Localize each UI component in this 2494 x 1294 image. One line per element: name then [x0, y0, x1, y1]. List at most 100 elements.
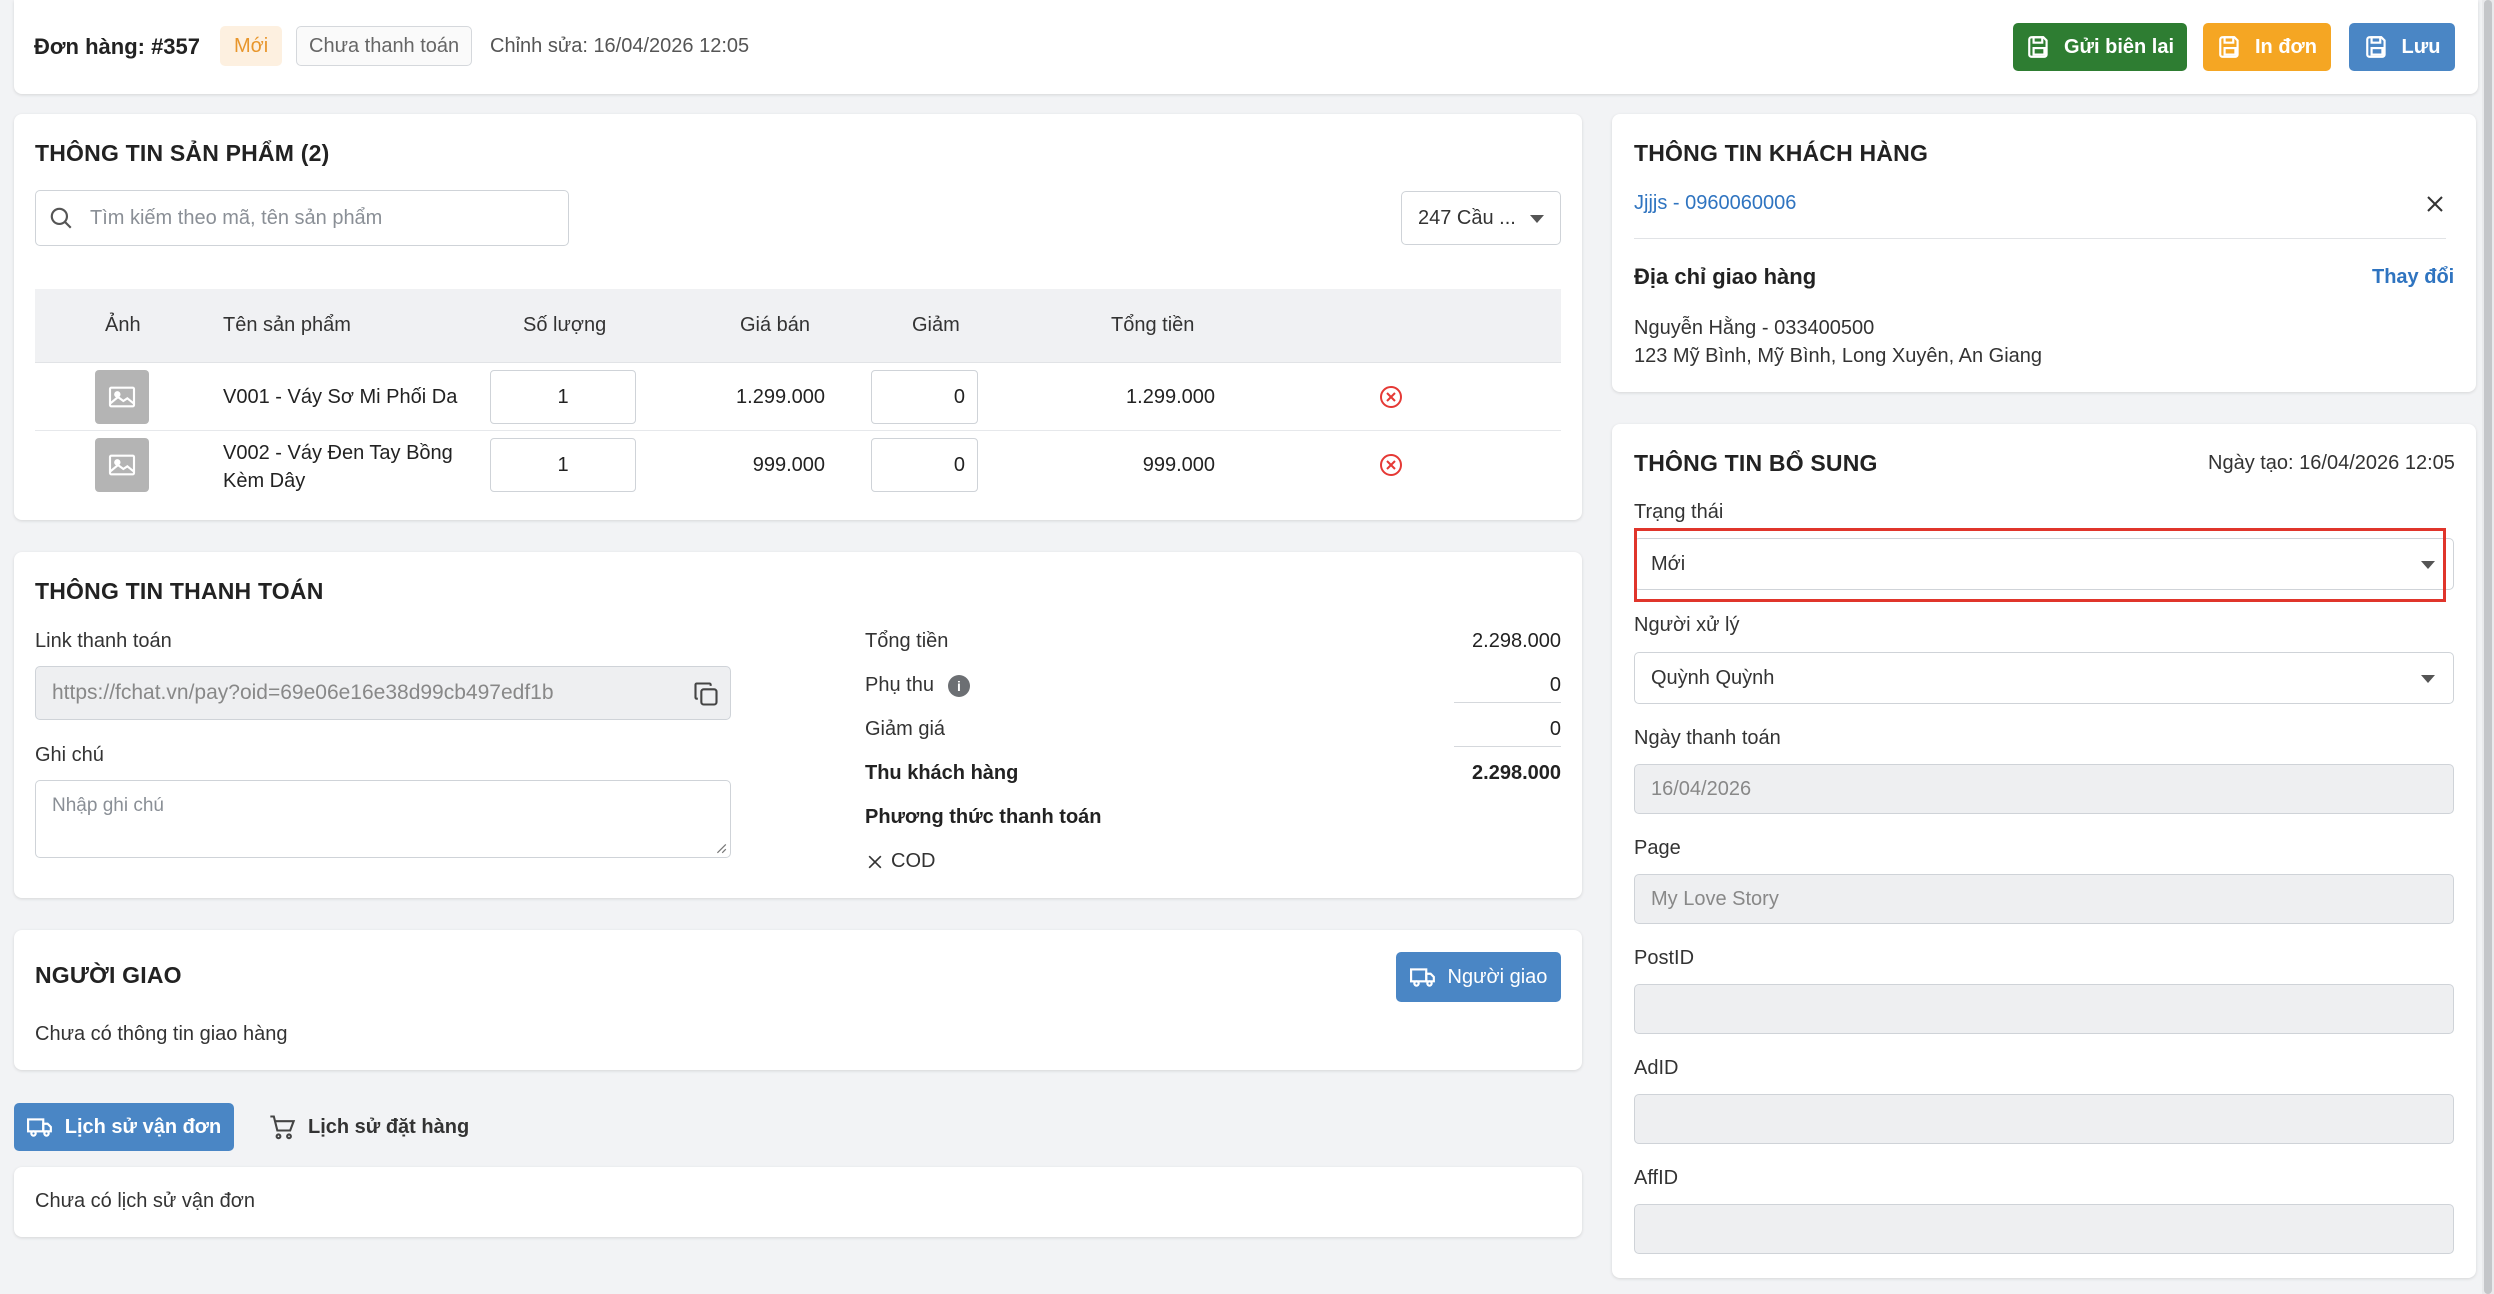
product-search-input[interactable]: Tìm kiếm theo mã, tên sản phẩm: [35, 190, 569, 246]
payment-date-label: Ngày thanh toán: [1634, 727, 1781, 749]
discount-input[interactable]: 0: [871, 370, 978, 424]
discount-input[interactable]: 0: [871, 438, 978, 492]
info-icon[interactable]: i: [947, 674, 970, 697]
note-label: Ghi chú: [35, 744, 104, 766]
adid-label: AdID: [1634, 1057, 1679, 1079]
surcharge-value[interactable]: 0: [1454, 674, 1561, 697]
shipper-card: NGƯỜI GIAO Người giao Chưa có thông tin …: [14, 930, 1582, 1070]
resize-handle-icon[interactable]: [715, 842, 727, 854]
discount-underline: [1454, 746, 1561, 747]
product-info-title: THÔNG TIN SẢN PHẨM (2): [35, 140, 330, 166]
handler-select[interactable]: Quỳnh Quỳnh: [1634, 652, 2454, 704]
adid-field[interactable]: [1634, 1094, 2454, 1144]
note-placeholder: Nhập ghi chú: [52, 795, 164, 816]
remove-item-icon[interactable]: [1379, 385, 1403, 409]
resend-receipt-label: Gửi biên lai: [2063, 35, 2175, 58]
status-badge: Mới: [220, 26, 283, 66]
save-icon: [2219, 36, 2239, 58]
warehouse-select[interactable]: 247 Cầu ...: [1401, 191, 1561, 245]
col-total: Tổng tiền: [1111, 314, 1195, 336]
payment-link-label: Link thanh toán: [35, 630, 172, 652]
col-image: Ảnh: [105, 314, 141, 336]
resend-receipt-button[interactable]: Gửi biên lai: [2013, 23, 2187, 71]
truck-icon: [26, 1118, 52, 1137]
tab-order-history-label: Lịch sử đặt hàng: [308, 1115, 470, 1138]
product-search-placeholder: Tìm kiếm theo mã, tên sản phẩm: [90, 206, 383, 229]
total-label: Tổng tiền: [865, 630, 949, 652]
surcharge-label-text: Phụ thu: [865, 674, 934, 696]
handler-label: Người xử lý: [1634, 614, 1740, 636]
payment-method-label: Phương thức thanh toán: [865, 806, 1102, 828]
customer-info-title: THÔNG TIN KHÁCH HÀNG: [1634, 140, 1929, 166]
product-name-line-2: Kèm Dây: [223, 470, 306, 492]
page-scrollbar-thumb[interactable]: [2484, 0, 2492, 1294]
warehouse-select-value: 247 Cầu ...: [1418, 206, 1516, 229]
shipper-button-label: Người giao: [1447, 965, 1548, 988]
tab-shipping-history[interactable]: Lịch sử vận đơn: [14, 1103, 234, 1151]
page-field[interactable]: My Love Story: [1634, 874, 2454, 924]
order-title: Đơn hàng: #357: [34, 34, 201, 59]
page-label: Page: [1634, 837, 1681, 859]
history-content-card: Chưa có lịch sử vận đơn: [14, 1167, 1582, 1237]
save-icon: [2365, 36, 2386, 58]
recipient-address: 123 Mỹ Bình, Mỹ Bình, Long Xuyên, An Gia…: [1634, 345, 2043, 367]
shipping-address-title: Địa chỉ giao hàng: [1634, 264, 1817, 289]
quantity-value: 1: [557, 453, 569, 476]
quantity-input[interactable]: 1: [490, 438, 636, 492]
image-placeholder-icon: [108, 386, 136, 408]
image-placeholder-icon: [108, 454, 136, 476]
edited-timestamp: Chỉnh sửa: 16/04/2026 12:05: [490, 35, 750, 57]
col-product-name: Tên sản phẩm: [223, 314, 351, 336]
history-empty-text: Chưa có lịch sử vận đơn: [35, 1190, 255, 1212]
save-icon: [2028, 36, 2048, 58]
payment-method-tag[interactable]: COD: [865, 850, 935, 873]
search-icon: [50, 207, 72, 229]
recipient-name-phone: Nguyễn Hằng - 033400500: [1634, 317, 1875, 339]
customer-link[interactable]: Jjjjs - 0960060006: [1634, 192, 1796, 215]
payment-status-badge: Chưa thanh toán: [296, 26, 473, 66]
payment-method-value: COD: [891, 850, 936, 872]
surcharge-label: Phụ thu i: [865, 674, 970, 697]
payment-link-value: https://fchat.vn/pay?oid=69e06e16e38d99c…: [52, 681, 554, 704]
close-icon[interactable]: [865, 852, 885, 872]
product-price: 999.000: [752, 454, 825, 476]
discount-value[interactable]: 0: [1454, 718, 1561, 741]
col-discount: Giảm: [912, 314, 960, 336]
page-scrollbar[interactable]: [2482, 0, 2494, 1294]
collect-label: Thu khách hàng: [865, 762, 1019, 784]
close-icon[interactable]: [2423, 192, 2447, 216]
order-header: Đơn hàng: #357 Mới Chưa thanh toán Chỉnh…: [14, 0, 2478, 94]
discount-value: 0: [953, 385, 965, 408]
product-thumbnail: [95, 370, 149, 424]
change-address-link[interactable]: Thay đổi: [2372, 266, 2454, 289]
shipper-title: NGƯỜI GIAO: [35, 962, 182, 988]
quantity-input[interactable]: 1: [490, 370, 636, 424]
customer-divider: [1634, 238, 2446, 239]
copy-icon[interactable]: [692, 680, 720, 708]
payment-info-title: THÔNG TIN THANH TOÁN: [35, 578, 324, 604]
shipper-button[interactable]: Người giao: [1396, 952, 1561, 1002]
tab-order-history[interactable]: Lịch sử đặt hàng: [268, 1103, 469, 1151]
remove-item-icon[interactable]: [1379, 453, 1403, 477]
affid-label: AffID: [1634, 1167, 1679, 1189]
product-thumbnail: [95, 438, 149, 492]
tab-shipping-history-label: Lịch sử vận đơn: [64, 1115, 222, 1138]
table-row: V002 - Váy Đen Tay Bồng Kèm Dây 1 999.00…: [35, 431, 1561, 499]
affid-field[interactable]: [1634, 1204, 2454, 1254]
save-button[interactable]: Lưu: [2349, 23, 2455, 71]
product-name: V002 - Váy Đen Tay Bồng Kèm Dây: [223, 439, 453, 495]
status-label: Trạng thái: [1634, 501, 1724, 523]
row-total: 999.000: [1142, 454, 1215, 476]
payment-link-field[interactable]: https://fchat.vn/pay?oid=69e06e16e38d99c…: [35, 666, 731, 720]
customer-info-card: THÔNG TIN KHÁCH HÀNG Jjjjs - 0960060006 …: [1612, 114, 2476, 392]
print-order-label: In đơn: [2255, 35, 2317, 58]
print-order-button[interactable]: In đơn: [2203, 23, 2331, 71]
extra-info-title: THÔNG TIN BỔ SUNG: [1634, 450, 1878, 476]
total-value: 2.298.000: [1472, 630, 1561, 652]
col-price: Giá bán: [740, 314, 811, 336]
col-quantity: Số lượng: [523, 314, 607, 336]
collect-value: 2.298.000: [1472, 762, 1561, 784]
payment-date-field[interactable]: 16/04/2026: [1634, 764, 2454, 814]
note-textarea[interactable]: Nhập ghi chú: [35, 780, 731, 858]
postid-field[interactable]: [1634, 984, 2454, 1034]
